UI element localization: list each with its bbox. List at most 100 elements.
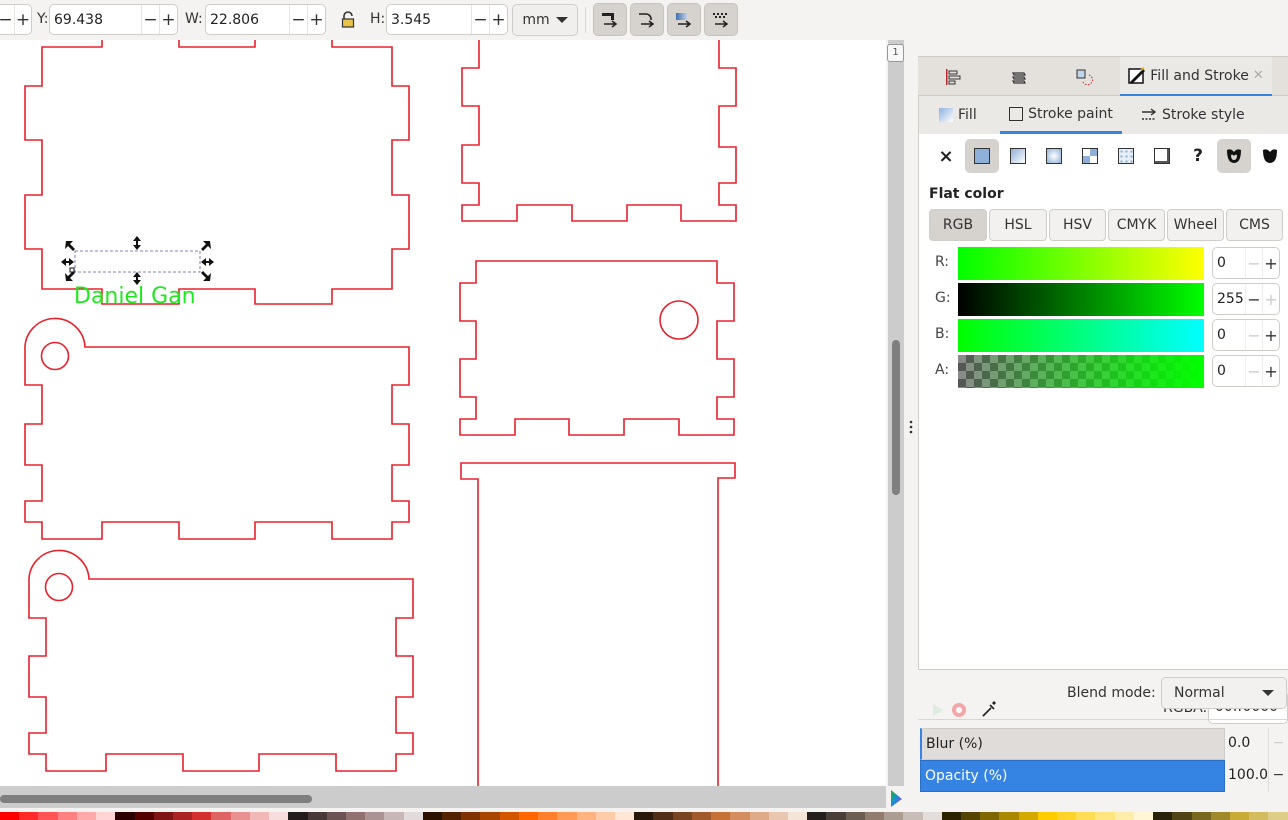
fill-rule-evenodd-button[interactable] [1217,139,1251,173]
palette-swatch[interactable] [595,812,615,820]
palette-swatch[interactable] [307,812,327,820]
tab-stroke-paint[interactable]: Stroke paint [1000,96,1122,134]
horizontal-scrollbar[interactable] [0,786,886,808]
palette-swatch[interactable] [0,812,20,820]
palette-swatch[interactable] [345,812,366,820]
y-field[interactable]: 69.438 − + [49,4,178,35]
y-increment-button[interactable]: + [159,5,177,34]
g-increment-button[interactable]: + [1262,284,1279,314]
palette-swatch[interactable] [365,812,385,820]
palette-swatch[interactable] [288,812,308,820]
w-increment-button[interactable]: + [307,5,325,34]
palette-swatch[interactable] [153,812,173,820]
palette-swatch[interactable] [269,812,289,820]
palette-swatch[interactable] [1076,812,1096,820]
g-value[interactable]: 255 [1213,291,1245,307]
palette-swatch[interactable] [672,812,692,820]
w-field[interactable]: 22.806 − + [205,4,326,35]
palette-swatch[interactable] [1191,812,1211,820]
g-decrement-button[interactable]: − [1245,284,1262,314]
linear-gradient-button[interactable] [1001,139,1035,173]
palette-swatch[interactable] [96,812,116,820]
palette-swatch[interactable] [115,812,135,820]
palette-swatch[interactable] [980,812,1000,820]
h-field[interactable]: 3.545 − + [386,4,508,35]
y-value[interactable]: 69.438 [50,12,141,28]
dock-tab-align[interactable] [918,57,988,97]
palette-swatch[interactable] [1095,812,1115,820]
a-value[interactable]: 0 [1213,363,1245,379]
b-decrement-button[interactable]: − [1245,320,1262,350]
page-indicator[interactable]: 1 [887,44,904,62]
palette-swatch[interactable] [845,812,865,820]
opacity-decrement-button[interactable]: − [1268,760,1288,792]
color-managed-view-icon[interactable] [886,787,906,809]
r-increment-button[interactable]: + [1262,248,1279,278]
x-decrement-button[interactable]: − [0,5,14,34]
palette-swatch[interactable] [884,812,904,820]
palette-swatch[interactable] [999,812,1019,820]
w-decrement-button[interactable]: − [289,5,307,34]
r-decrement-button[interactable]: − [1245,248,1262,278]
b-spinbox[interactable]: 0 − + [1212,319,1280,351]
palette-swatch[interactable] [211,812,231,820]
palette-swatch[interactable] [634,812,654,820]
palette-swatch[interactable] [1133,812,1154,820]
palette-swatch[interactable] [1153,812,1173,820]
palette-swatch[interactable] [922,812,942,820]
palette-swatch[interactable] [1210,812,1230,820]
palette-swatch[interactable] [384,812,404,820]
palette-swatch[interactable] [864,812,885,820]
b-increment-button[interactable]: + [1262,320,1279,350]
r-slider[interactable] [958,247,1204,280]
w-value[interactable]: 22.806 [206,12,289,28]
palette-swatch[interactable] [749,812,769,820]
palette-swatch[interactable] [711,812,731,820]
flat-color-button[interactable] [965,139,999,173]
h-decrement-button[interactable]: − [471,5,489,34]
mode-tab-cmyk[interactable]: CMYK [1108,209,1165,241]
transform-patterns-button[interactable] [704,3,738,36]
mode-tab-rgb[interactable]: RGB [929,209,987,241]
palette-swatch[interactable] [76,812,97,820]
palette-swatch[interactable] [1249,812,1269,820]
a-increment-button[interactable]: + [1262,356,1279,386]
b-value[interactable]: 0 [1213,327,1245,343]
palette-swatch[interactable] [576,812,596,820]
h-increment-button[interactable]: + [489,5,507,34]
palette-swatch[interactable] [38,812,58,820]
palette-swatch[interactable] [807,812,827,820]
palette-swatch[interactable] [480,812,500,820]
pattern-button[interactable] [1109,139,1143,173]
radial-gradient-button[interactable] [1037,139,1071,173]
palette-swatch[interactable] [192,812,212,820]
blur-decrement-button[interactable]: − [1268,728,1288,760]
x-field[interactable]: − + [0,4,32,35]
close-icon[interactable]: ✕ [1253,68,1264,83]
selected-text-object[interactable]: Daniel Gan [74,286,196,308]
a-spinbox[interactable]: 0 − + [1212,355,1280,387]
palette-swatch[interactable] [1230,812,1250,820]
blur-value[interactable]: 0.0 [1228,735,1250,751]
mode-tab-hsv[interactable]: HSV [1049,209,1106,241]
palette-swatch[interactable] [768,812,788,820]
vertical-scroll-thumb[interactable] [892,340,900,495]
palette-swatch[interactable] [1057,812,1077,820]
dock-tab-fill-stroke[interactable]: Fill and Stroke ✕ [1120,57,1272,97]
palette-swatch[interactable] [653,812,673,820]
mesh-gradient-button[interactable] [1073,139,1107,173]
palette-swatch[interactable] [691,812,712,820]
palette-swatch[interactable] [499,812,519,820]
a-decrement-button[interactable]: − [1245,356,1262,386]
h-value[interactable]: 3.545 [387,12,471,28]
tab-stroke-style[interactable]: Stroke style [1141,96,1281,134]
vertical-scrollbar[interactable] [886,40,906,786]
drawing-canvas[interactable]: Daniel Gan [0,40,886,786]
palette-swatch[interactable] [403,812,423,820]
scale-stroke-width-button[interactable] [593,3,627,36]
g-slider[interactable] [958,283,1204,316]
palette-swatch[interactable] [461,812,481,820]
palette-swatch[interactable] [57,812,77,820]
palette-swatch[interactable] [960,812,981,820]
lock-open-icon[interactable] [341,11,355,29]
